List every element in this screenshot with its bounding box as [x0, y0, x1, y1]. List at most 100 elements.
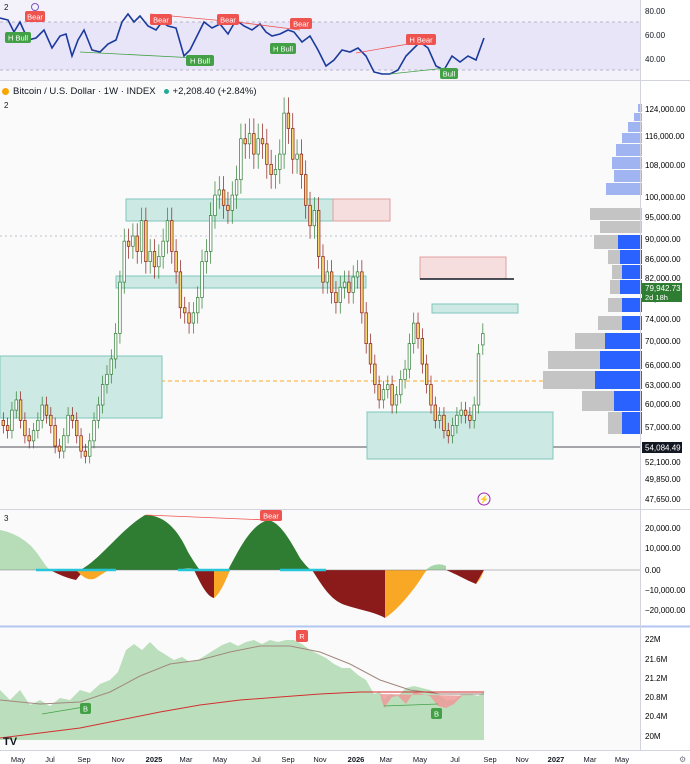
price-tick: 95,000.00: [645, 213, 681, 222]
symbol-title[interactable]: Bitcoin / U.S. Dollar · 1W · INDEX: [13, 86, 156, 97]
candle: [157, 256, 161, 268]
price-tick: 47,650.00: [645, 495, 681, 504]
candle: [437, 414, 442, 421]
time-axis-label: Mar: [584, 755, 597, 764]
candle: [126, 240, 131, 247]
candle: [217, 189, 221, 196]
rsi-tick-80: 80.00: [645, 7, 666, 16]
candle: [459, 409, 463, 416]
price-change: +2,208.40 (+2.84%): [172, 85, 257, 97]
candle: [308, 204, 312, 227]
candle: [31, 430, 36, 442]
time-axis-label: Mar: [380, 755, 393, 764]
candle: [66, 414, 70, 437]
candle: [364, 312, 368, 344]
candle: [204, 251, 208, 262]
candle: [96, 404, 100, 421]
rsi-label-bear1: Bear: [25, 11, 45, 22]
candle: [269, 163, 273, 175]
candle: [252, 133, 256, 155]
candle: [18, 399, 23, 421]
time-axis-label: Jul: [251, 755, 261, 764]
candle: [200, 261, 204, 298]
svg-text:Bear: Bear: [220, 16, 236, 25]
candle: [433, 404, 437, 421]
candle: [44, 404, 49, 416]
candle: [53, 425, 57, 447]
candle: [390, 384, 394, 406]
svg-text:B: B: [83, 705, 88, 714]
bottom-b-label-1: B: [80, 703, 91, 714]
candle: [468, 414, 472, 421]
svg-text:54,084.49: 54,084.49: [645, 444, 681, 453]
zone-demand-1: [0, 355, 163, 419]
candle: [213, 194, 217, 216]
chart-legend: Bitcoin / U.S. Dollar · 1W · INDEX +2,20…: [0, 84, 257, 98]
price-tick: 116,000.00: [645, 132, 685, 141]
rsi-pane-index: 2: [4, 3, 9, 12]
svg-text:2d 18h: 2d 18h: [645, 293, 668, 302]
candle: [429, 384, 433, 406]
symbol-icon: [2, 87, 9, 95]
candle: [278, 153, 282, 170]
candle: [165, 220, 170, 242]
svg-text:Bear: Bear: [27, 13, 43, 22]
time-axis-label: Nov: [111, 755, 125, 764]
candle: [226, 204, 230, 211]
candle: [36, 420, 40, 431]
candle: [291, 128, 295, 160]
candle: [187, 312, 191, 324]
price-tick: 52,100.00: [645, 458, 681, 467]
rsi-label-bear2: Bear: [150, 14, 172, 25]
time-axis-label: Sep: [77, 755, 90, 764]
time-axis: May Jul Sep Nov 2025 Mar May Jul Sep Nov 2026 Mar Ma…: [11, 755, 629, 764]
svg-text:⚡: ⚡: [479, 494, 489, 504]
candle: [230, 194, 234, 211]
candle: [265, 143, 269, 165]
candle: [338, 286, 342, 303]
price-tick: 74,000.00: [645, 315, 681, 324]
bottom-tick: 20M: [645, 732, 661, 741]
candle: [221, 189, 226, 206]
time-axis-label: 2027: [548, 755, 565, 764]
candle: [304, 174, 308, 206]
candle: [105, 373, 109, 385]
gear-icon[interactable]: ⚙: [679, 755, 686, 764]
osc-pane-index: 3: [4, 514, 9, 523]
price-pane-index: 2: [4, 101, 9, 110]
candle: [351, 276, 355, 293]
candle: [161, 240, 165, 257]
candle: [170, 220, 174, 252]
rsi-label-bull: Bull: [440, 68, 458, 79]
candle: [57, 445, 62, 452]
candle: [183, 307, 187, 314]
candle: [14, 399, 18, 411]
candle: [334, 292, 338, 303]
price-tick: 124,000.00: [645, 105, 686, 114]
osc-tick: 0.00: [645, 566, 661, 575]
candle: [247, 133, 252, 145]
candle: [131, 235, 135, 247]
zone-supply-2: [419, 256, 507, 280]
candle: [196, 297, 200, 314]
bottom-tick: 22M: [645, 635, 661, 644]
chart-canvas[interactable]: Bear Bear Bear Bear H Bear H Bull H Bull…: [0, 0, 690, 764]
candle: [455, 414, 459, 426]
bottom-r-label: R: [296, 630, 308, 642]
svg-text:B: B: [434, 710, 439, 719]
rsi-label-bear4: Bear: [290, 18, 312, 29]
candle: [347, 281, 351, 293]
time-axis-label: Nov: [515, 755, 529, 764]
price-tick: 66,000.00: [645, 361, 681, 370]
candle: [420, 338, 424, 365]
lightning-icon[interactable]: ⚡: [477, 492, 491, 506]
price-tick: 57,000.00: [645, 423, 681, 432]
candle: [118, 281, 122, 334]
line-level-label: 54,084.49: [642, 442, 682, 453]
candle: [174, 251, 178, 273]
time-axis-label: Sep: [281, 755, 294, 764]
zone-demand-4: [431, 303, 519, 314]
candle: [481, 333, 485, 346]
candle: [256, 138, 260, 155]
candle: [450, 425, 455, 437]
